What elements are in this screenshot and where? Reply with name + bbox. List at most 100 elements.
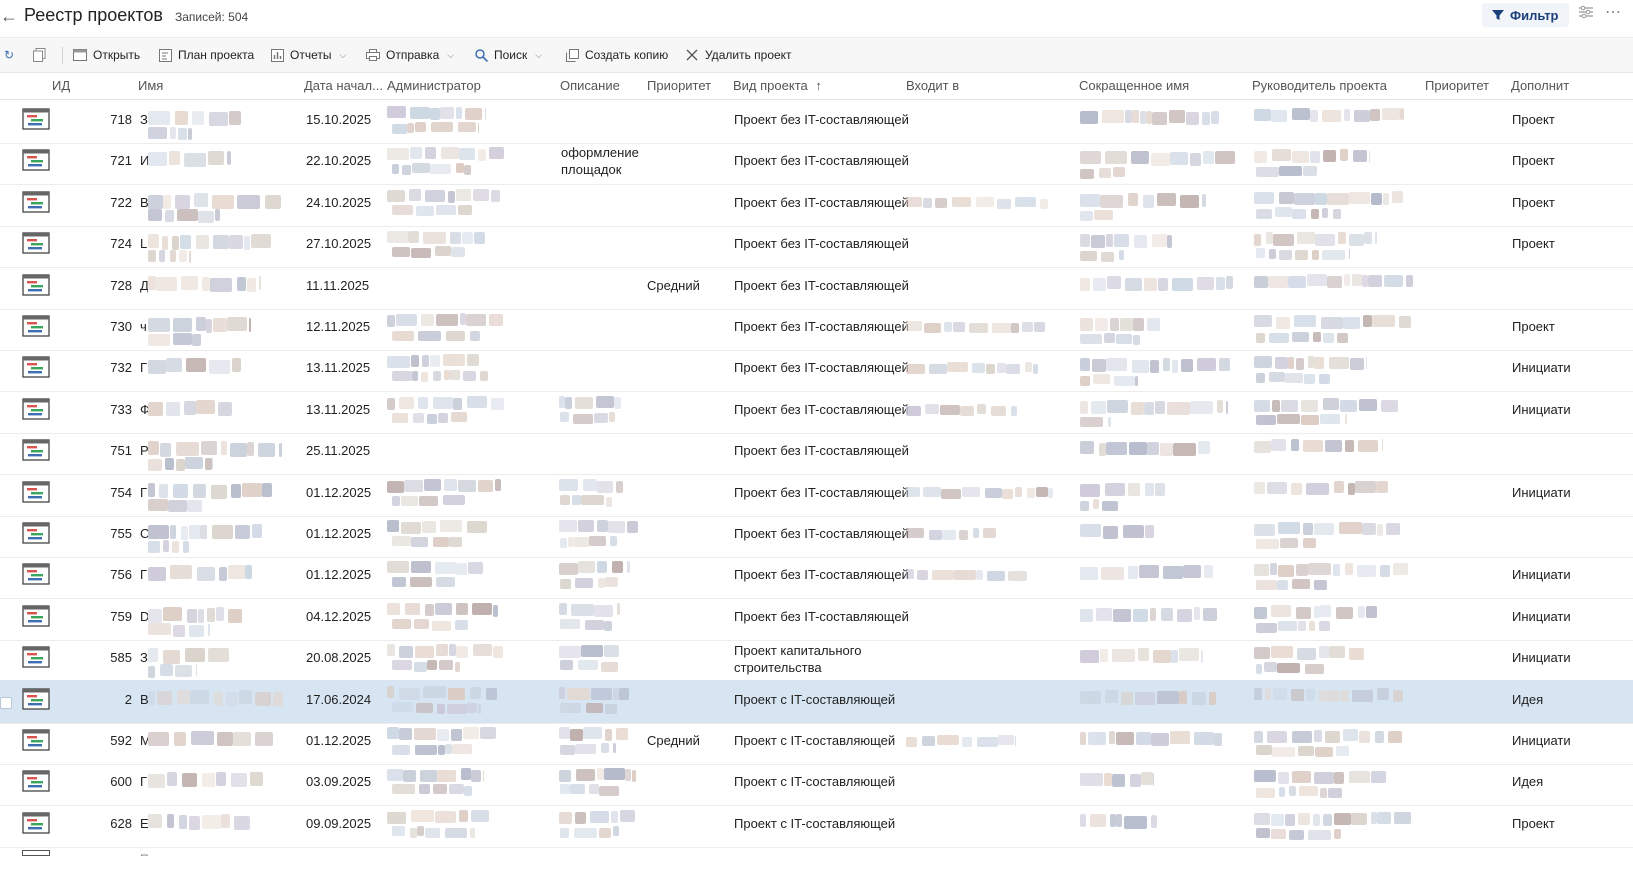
redacted-text xyxy=(473,644,492,657)
column-settings-icon[interactable] xyxy=(1578,5,1594,24)
redacted-text xyxy=(414,618,429,629)
filter-button[interactable]: Фильтр xyxy=(1482,3,1569,27)
redacted-text xyxy=(177,208,198,221)
additional: Проект xyxy=(1512,815,1555,831)
table-row[interactable]: 722 В 24.10.2025 Проект без IT-составляющей… xyxy=(0,183,1633,227)
redacted-text xyxy=(163,540,169,552)
more-options-icon[interactable]: ⋯ xyxy=(1605,2,1622,22)
gantt-chart-icon[interactable] xyxy=(22,356,50,379)
redacted-text xyxy=(230,443,247,458)
copy-view-button[interactable] xyxy=(32,38,46,72)
gantt-chart-icon[interactable] xyxy=(22,605,50,627)
column-header-additional[interactable]: Дополнит xyxy=(1511,78,1633,93)
gantt-chart-icon[interactable] xyxy=(22,315,50,337)
create-copy-button[interactable]: Создать копию xyxy=(565,38,668,72)
redacted-text xyxy=(148,152,167,167)
project-id: 628 xyxy=(110,815,132,831)
table-row[interactable]: 721 И 22.10.2025 оформление площадок Проект … xyxy=(0,141,1633,186)
start-date: 01.12.2025 xyxy=(306,484,372,500)
gantt-chart-icon[interactable] xyxy=(22,273,50,296)
gantt-chart-icon[interactable] xyxy=(22,646,50,668)
table-row[interactable]: 755 С 01.12.2025 Проект без IT-составляющей xyxy=(0,514,1633,558)
table-row[interactable]: 754 Г 01.12.2025 Проект без IT-составляющей… xyxy=(0,473,1633,517)
redacted-text xyxy=(1265,687,1271,700)
table-row[interactable]: 724 L 27.10.2025 Проект без IT-составляющей… xyxy=(0,224,1633,269)
column-header-project-manager[interactable]: Руководитель проекта xyxy=(1252,78,1387,93)
table-row[interactable]: 628 Е 09.09.2025 Проект с IT-составляющей Пр… xyxy=(0,804,1633,848)
project-plan-button[interactable]: План проекта xyxy=(158,38,254,72)
redacted-text xyxy=(470,827,475,838)
redacted-text xyxy=(947,362,968,373)
redacted-text xyxy=(425,603,434,616)
column-header-description[interactable]: Описание xyxy=(560,78,620,93)
gantt-chart-icon[interactable] xyxy=(22,687,50,710)
redacted-text xyxy=(455,619,468,630)
gantt-chart-icon[interactable] xyxy=(22,232,50,254)
redacted-text xyxy=(1349,234,1364,247)
column-header-parent[interactable]: Входит в xyxy=(906,78,959,93)
redacted-text xyxy=(491,189,500,202)
column-header-name[interactable]: Имя xyxy=(138,78,163,93)
send-button[interactable]: Отправка ⌵ xyxy=(366,38,454,72)
gantt-chart-icon[interactable] xyxy=(22,480,50,503)
redacted-text xyxy=(250,772,263,787)
redacted-text xyxy=(1272,747,1295,757)
table-row[interactable]: 759 D 04.12.2025 Проект без IT-составляющей… xyxy=(0,597,1633,641)
gantt-chart-icon[interactable] xyxy=(22,770,50,793)
table-row[interactable]: 751 Р 25.11.2025 Проект без IT-составляющей xyxy=(0,431,1633,476)
redacted-text xyxy=(1291,482,1302,495)
table-row[interactable]: 600 Г 03.09.2025 Проект с IT-составляющей Ид… xyxy=(0,762,1633,807)
gantt-chart-icon[interactable] xyxy=(22,729,50,751)
back-arrow-icon[interactable]: ← xyxy=(0,6,18,27)
gantt-chart-icon[interactable] xyxy=(22,149,50,172)
table-row[interactable]: 733 Ф 13.11.2025 Проект без IT-составляющей… xyxy=(0,390,1633,434)
table-row[interactable]: 592 М 01.12.2025 Средний Проект с IT-составл… xyxy=(0,721,1633,765)
redacted-text xyxy=(179,250,187,263)
redacted-text xyxy=(1352,273,1362,286)
redacted-text xyxy=(410,577,432,588)
column-header-priority[interactable]: Приоритет xyxy=(647,78,711,93)
column-header-administrator[interactable]: Администратор xyxy=(387,78,481,93)
search-button[interactable]: Поиск ⌵ xyxy=(474,38,542,72)
gantt-chart-icon[interactable] xyxy=(22,812,50,834)
refresh-button[interactable]: ↻ xyxy=(2,38,16,72)
redacted-text xyxy=(194,192,208,207)
table-row[interactable]: 732 Г 13.11.2025 Проект без IT-составляющей… xyxy=(0,348,1633,393)
table-row-partial[interactable]: Пример наименования xyxy=(0,846,1633,890)
gantt-chart-icon[interactable] xyxy=(22,398,50,420)
table-row[interactable]: 756 Г 01.12.2025 Проект без IT-составляющей… xyxy=(0,555,1633,600)
redacted-text xyxy=(1138,648,1149,662)
redacted-text xyxy=(1106,358,1127,372)
table-row[interactable]: 718 З 15.10.2025 Проект без IT-составляющей… xyxy=(0,100,1633,144)
table-row[interactable]: 728 Д 11.11.2025 Средний Проект без IT-соста… xyxy=(0,266,1633,310)
redacted-text xyxy=(148,234,159,249)
column-header-priority-2[interactable]: Приоритет xyxy=(1425,78,1489,93)
redacted-text xyxy=(1256,788,1275,799)
column-header-id[interactable]: ИД xyxy=(52,78,70,93)
gantt-chart-icon[interactable] xyxy=(22,191,50,213)
gantt-chart-icon[interactable] xyxy=(22,108,50,130)
redacted-text xyxy=(392,124,407,134)
gantt-chart-icon[interactable] xyxy=(22,563,50,586)
redacted-text xyxy=(202,814,221,829)
gantt-chart-icon[interactable] xyxy=(22,522,50,544)
column-header-project-type[interactable]: Вид проекта ↑ xyxy=(733,78,822,93)
table-row[interactable]: 730 ч 12.11.2025 Проект без IT-составляющей… xyxy=(0,307,1633,351)
column-header-start-date[interactable]: Дата начал... xyxy=(304,78,384,93)
redacted-text xyxy=(445,744,452,754)
redacted-text xyxy=(597,480,613,493)
redacted-text xyxy=(565,396,572,409)
redacted-text xyxy=(148,360,166,375)
open-button[interactable]: Открыть xyxy=(73,38,140,72)
redacted-text xyxy=(464,786,472,797)
column-header-short-name[interactable]: Сокращенное имя xyxy=(1079,78,1189,93)
redacted-text xyxy=(1256,622,1277,633)
row-checkbox[interactable] xyxy=(0,696,12,709)
reports-button[interactable]: Отчеты ⌵ xyxy=(270,38,346,72)
redacted-text xyxy=(1256,208,1272,219)
gantt-chart-icon[interactable] xyxy=(22,439,50,461)
delete-project-button[interactable]: Удалить проект xyxy=(685,38,792,72)
table-row[interactable]: 585 З 20.08.2025 Проект капитального строит… xyxy=(0,638,1633,683)
table-row[interactable]: 2 В 17.06.2024 Проект с IT-составляющей Идея xyxy=(0,679,1633,724)
redacted-text xyxy=(1090,813,1106,827)
